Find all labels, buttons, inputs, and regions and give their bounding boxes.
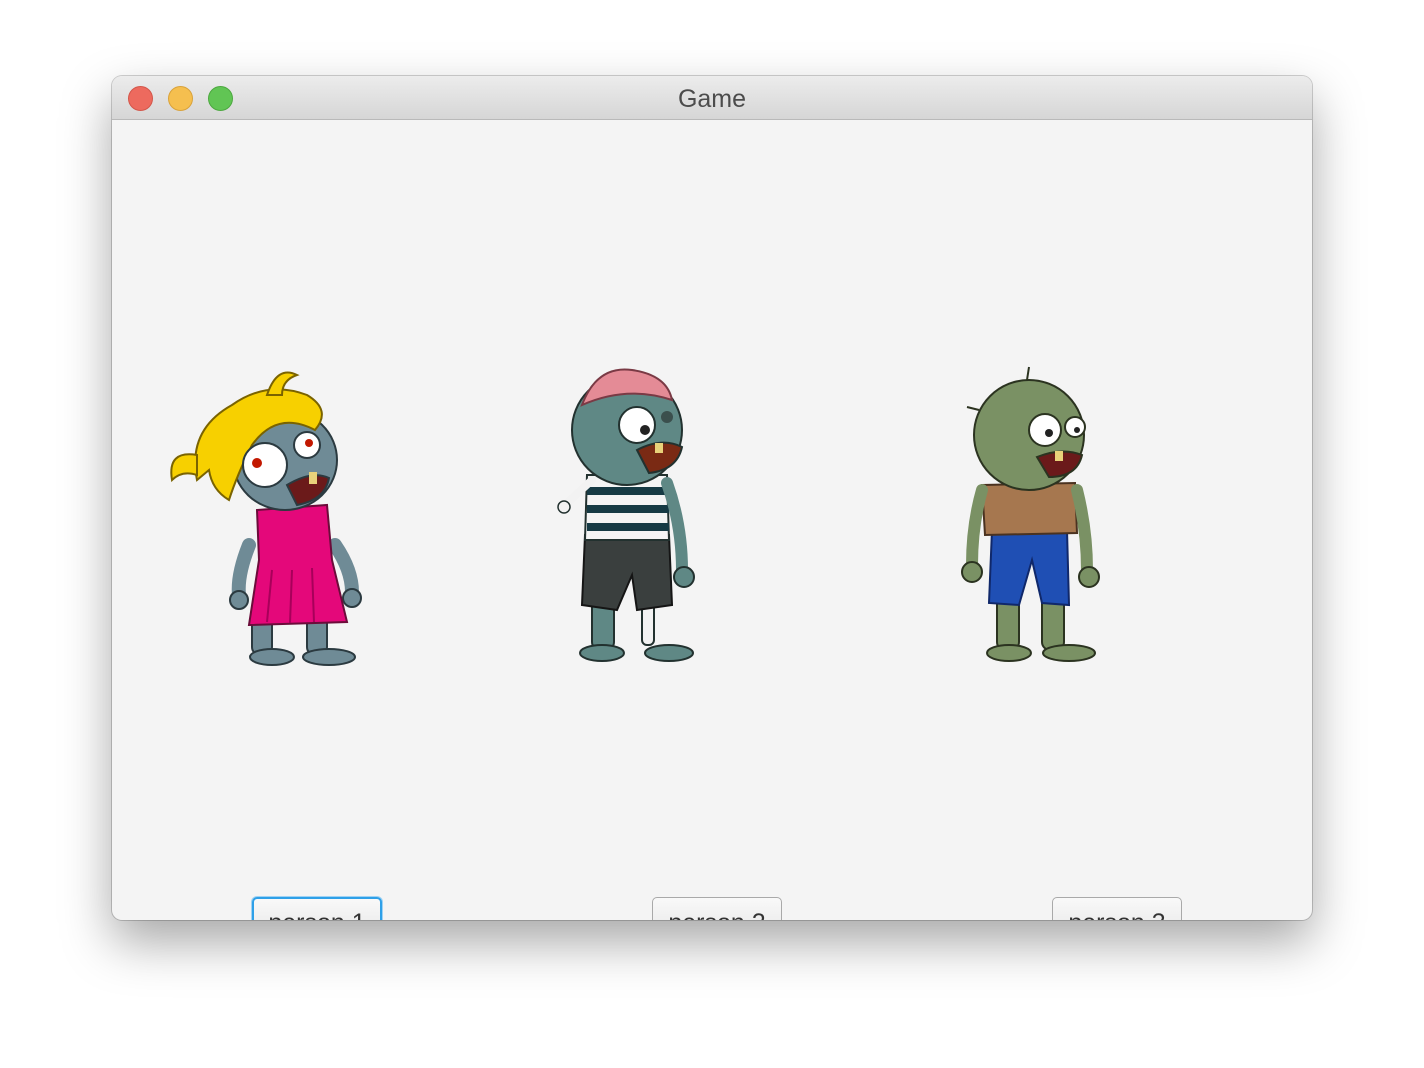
person-1-button[interactable]: person 1 [252, 897, 382, 920]
game-window: Game [112, 76, 1312, 920]
zombie-girl-icon [170, 371, 362, 666]
window-title: Game [677, 85, 747, 113]
title-bar[interactable]: Game [112, 76, 1312, 120]
zombie-green-icon [961, 366, 1100, 662]
person-2-button[interactable]: person 2 [652, 897, 782, 920]
person-3-button[interactable]: person 3 [1052, 897, 1182, 920]
zombie-striped-icon [557, 368, 695, 662]
game-area: person 1 person 2 person 3 [112, 120, 1312, 920]
